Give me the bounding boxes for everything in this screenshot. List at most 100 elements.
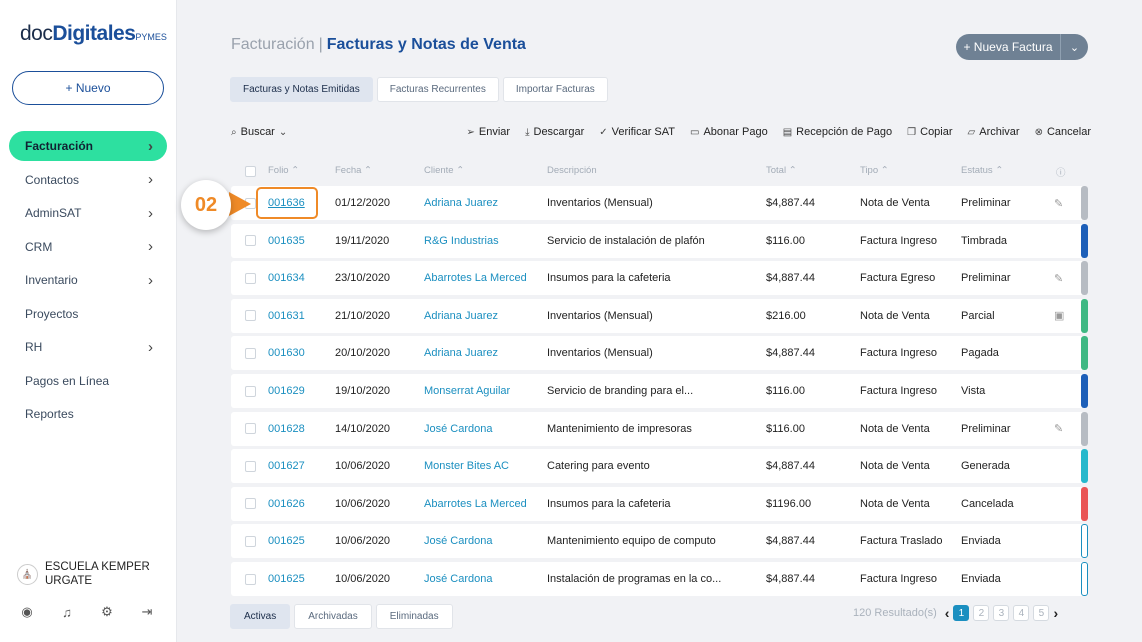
row-checkbox[interactable] <box>245 449 256 483</box>
status-cell: Preliminar <box>961 422 1011 435</box>
row-checkbox[interactable] <box>245 412 256 446</box>
row-checkbox[interactable] <box>245 524 256 558</box>
client-link[interactable]: José Cardona <box>424 524 493 558</box>
new-invoice-button[interactable]: + Nueva Factura <box>956 34 1060 60</box>
breadcrumb-parent[interactable]: Facturación <box>231 36 315 53</box>
account-info[interactable]: ⛪ ESCUELA KEMPER URGATE <box>17 560 150 588</box>
type-cell: Nota de Venta <box>860 497 930 510</box>
table-row[interactable]: 001628 14/10/2020 José Cardona Mantenimient… <box>231 411 1088 446</box>
folio-link[interactable]: 001634 <box>268 261 305 295</box>
row-checkbox[interactable] <box>245 261 256 295</box>
sidebar-item-adminsat[interactable]: AdminSAT › <box>9 198 167 228</box>
chevron-right-icon[interactable]: › <box>1053 605 1058 621</box>
folio-link[interactable]: 001630 <box>268 336 305 370</box>
sidebar-item-crm[interactable]: CRM › <box>9 232 167 262</box>
table-row[interactable]: 001625 10/06/2020 José Cardona Instalación … <box>231 562 1088 596</box>
gear-icon[interactable]: ⚙ <box>100 604 114 619</box>
recepción-de-pago-button[interactable]: ▤ Recepción de Pago <box>783 126 892 138</box>
client-link[interactable]: Adriana Juarez <box>424 336 498 370</box>
verificar-sat-button[interactable]: ✓ Verificar SAT <box>599 126 675 138</box>
sidebar-item-rh[interactable]: RH › <box>9 332 167 362</box>
edit-icon[interactable]: ✎ <box>1054 186 1063 220</box>
table-row[interactable]: 001625 10/06/2020 José Cardona Mantenimient… <box>231 524 1088 559</box>
table-row[interactable]: 001631 21/10/2020 Adriana Juarez Inventario… <box>231 298 1088 333</box>
client-link[interactable]: R&G Industrias <box>424 224 499 258</box>
row-checkbox[interactable] <box>245 562 256 596</box>
archivar-button[interactable]: ▱ Archivar <box>968 126 1020 138</box>
folio-link[interactable]: 001631 <box>268 299 305 333</box>
table-row[interactable]: 001634 23/10/2020 Abarrotes La Merced Insum… <box>231 261 1088 296</box>
enviar-button[interactable]: ➢ Enviar <box>467 126 511 138</box>
folio-link[interactable]: 001629 <box>268 374 305 408</box>
row-checkbox[interactable] <box>245 299 256 333</box>
abonar-pago-button[interactable]: ▭ Abonar Pago <box>690 126 768 138</box>
select-all-checkbox[interactable] <box>245 166 256 177</box>
column-cliente[interactable]: Cliente ⌃ <box>424 165 464 176</box>
bell-icon[interactable]: ♫ <box>60 605 74 620</box>
descargar-button[interactable]: ⤓ Descargar <box>525 126 584 138</box>
client-link[interactable]: Abarrotes La Merced <box>424 261 527 295</box>
client-link[interactable]: José Cardona <box>424 562 493 596</box>
client-link[interactable]: José Cardona <box>424 412 493 446</box>
folio-link[interactable]: 001626 <box>268 487 305 521</box>
folio-link[interactable]: 001625 <box>268 562 305 596</box>
client-link[interactable]: Monserrat Aguilar <box>424 374 510 408</box>
logout-icon[interactable]: ⇥ <box>140 604 154 619</box>
column-folio[interactable]: Folio ⌃ <box>268 165 299 176</box>
status-tab-activas[interactable]: Activas <box>230 604 291 629</box>
info-icon[interactable]: ⓘ <box>1056 165 1066 179</box>
sidebar-item-facturación[interactable]: Facturación › <box>9 131 167 161</box>
page-button[interactable]: 3 <box>993 605 1010 621</box>
page-button[interactable]: 5 <box>1033 605 1050 621</box>
edit-icon[interactable]: ✎ <box>1054 412 1063 446</box>
page-button[interactable]: 2 <box>973 605 990 621</box>
payment-icon[interactable]: ▣ <box>1054 299 1064 333</box>
description-cell: Inventarios (Mensual) <box>547 197 653 209</box>
status-color-bar <box>1081 336 1088 371</box>
sidebar-item-reportes[interactable]: Reportes <box>9 399 167 429</box>
search-button[interactable]: ⌕ Buscar ⌄ <box>231 126 287 138</box>
table-row[interactable]: 001626 10/06/2020 Abarrotes La Merced Insum… <box>231 486 1088 521</box>
row-checkbox[interactable] <box>245 224 256 258</box>
tab-3[interactable]: Importar Facturas <box>502 77 608 102</box>
status-tab-eliminadas[interactable]: Eliminadas <box>375 604 453 629</box>
tab-2[interactable]: Facturas Recurrentes <box>376 77 499 102</box>
chevron-down-icon[interactable]: ⌄ <box>1060 34 1088 60</box>
column-tipo[interactable]: Tipo ⌃ <box>860 165 889 176</box>
column-total[interactable]: Total ⌃ <box>766 165 797 176</box>
page-button[interactable]: 1 <box>953 605 970 621</box>
tab-1[interactable]: Facturas y Notas Emitidas <box>230 77 373 102</box>
row-checkbox[interactable] <box>245 487 256 521</box>
client-link[interactable]: Adriana Juarez <box>424 299 498 333</box>
edit-icon[interactable]: ✎ <box>1054 261 1063 295</box>
client-link[interactable]: Abarrotes La Merced <box>424 487 527 521</box>
folio-link[interactable]: 001627 <box>268 449 305 483</box>
chevron-left-icon[interactable]: ‹ <box>945 605 950 621</box>
sidebar-item-contactos[interactable]: Contactos › <box>9 165 167 195</box>
folio-link[interactable]: 001628 <box>268 412 305 446</box>
type-cell: Factura Ingreso <box>860 385 938 397</box>
client-link[interactable]: Monster Bites AC <box>424 449 509 483</box>
sidebar-item-proyectos[interactable]: Proyectos <box>9 299 167 329</box>
folio-link[interactable]: 001635 <box>268 224 305 258</box>
table-row[interactable]: 001627 10/06/2020 Monster Bites AC Catering… <box>231 449 1088 484</box>
page-button[interactable]: 4 <box>1013 605 1030 621</box>
status-tab-archivadas[interactable]: Archivadas <box>294 604 372 629</box>
client-link[interactable]: Adriana Juarez <box>424 186 498 220</box>
column-estatus[interactable]: Estatus ⌃ <box>961 165 1003 176</box>
row-checkbox[interactable] <box>245 336 256 370</box>
column-fecha[interactable]: Fecha ⌃ <box>335 165 372 176</box>
app-logo[interactable]: docDigitalesPYMES <box>20 22 167 46</box>
table-row[interactable]: 001630 20/10/2020 Adriana Juarez Inventario… <box>231 336 1088 371</box>
user-icon[interactable]: ◉ <box>20 604 34 619</box>
sidebar-item-inventario[interactable]: Inventario › <box>9 265 167 295</box>
folio-link[interactable]: 001625 <box>268 524 305 558</box>
new-button[interactable]: + Nuevo <box>12 71 164 105</box>
sidebar-item-pagos-en-línea[interactable]: Pagos en Línea <box>9 366 167 396</box>
row-checkbox[interactable] <box>245 374 256 408</box>
table-row[interactable]: 001636 01/12/2020 Adriana Juarez Inventario… <box>231 186 1088 220</box>
cancelar-button[interactable]: ⊗ Cancelar <box>1035 126 1091 138</box>
table-row[interactable]: 001629 19/10/2020 Monserrat Aguilar Servici… <box>231 374 1088 408</box>
table-row[interactable]: 001635 19/11/2020 R&G Industrias Servicio d… <box>231 223 1088 258</box>
copiar-button[interactable]: ❐ Copiar <box>907 126 952 138</box>
